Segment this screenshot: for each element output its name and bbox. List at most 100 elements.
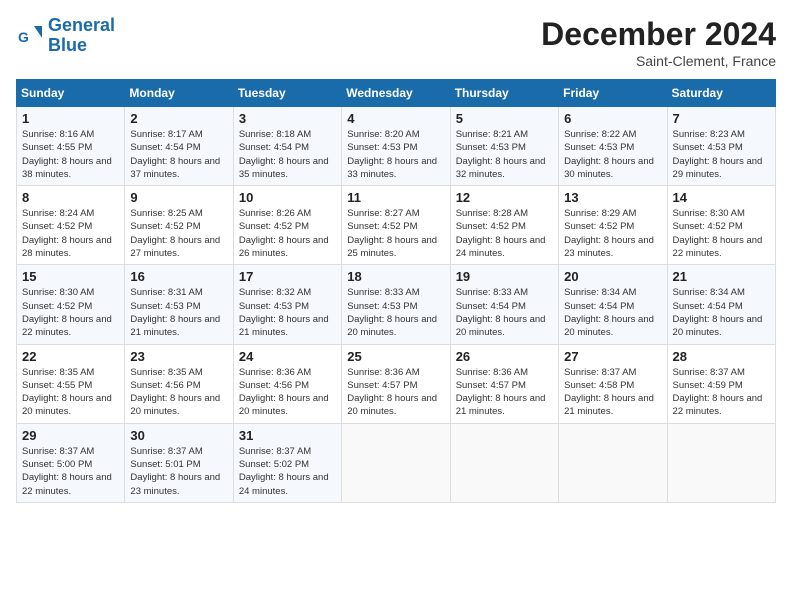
day-number: 13 (564, 190, 661, 205)
calendar-cell: 21 Sunrise: 8:34 AM Sunset: 4:54 PM Dayl… (667, 265, 775, 344)
calendar-cell (450, 423, 558, 502)
logo: G General Blue (16, 16, 115, 56)
calendar-table: SundayMondayTuesdayWednesdayThursdayFrid… (16, 79, 776, 503)
day-number: 31 (239, 428, 336, 443)
calendar-cell: 20 Sunrise: 8:34 AM Sunset: 4:54 PM Dayl… (559, 265, 667, 344)
day-number: 21 (673, 269, 770, 284)
calendar-cell: 12 Sunrise: 8:28 AM Sunset: 4:52 PM Dayl… (450, 186, 558, 265)
day-number: 30 (130, 428, 227, 443)
column-header-monday: Monday (125, 80, 233, 107)
day-detail: Sunrise: 8:33 AM Sunset: 4:54 PM Dayligh… (456, 286, 553, 339)
calendar-cell: 19 Sunrise: 8:33 AM Sunset: 4:54 PM Dayl… (450, 265, 558, 344)
day-number: 24 (239, 349, 336, 364)
day-number: 23 (130, 349, 227, 364)
calendar-cell: 11 Sunrise: 8:27 AM Sunset: 4:52 PM Dayl… (342, 186, 450, 265)
calendar-cell: 28 Sunrise: 8:37 AM Sunset: 4:59 PM Dayl… (667, 344, 775, 423)
day-number: 11 (347, 190, 444, 205)
day-number: 18 (347, 269, 444, 284)
day-number: 28 (673, 349, 770, 364)
day-number: 22 (22, 349, 119, 364)
calendar-cell: 23 Sunrise: 8:35 AM Sunset: 4:56 PM Dayl… (125, 344, 233, 423)
day-detail: Sunrise: 8:21 AM Sunset: 4:53 PM Dayligh… (456, 128, 553, 181)
day-detail: Sunrise: 8:16 AM Sunset: 4:55 PM Dayligh… (22, 128, 119, 181)
day-number: 27 (564, 349, 661, 364)
calendar-cell: 2 Sunrise: 8:17 AM Sunset: 4:54 PM Dayli… (125, 107, 233, 186)
month-title: December 2024 (541, 16, 776, 53)
calendar-cell: 30 Sunrise: 8:37 AM Sunset: 5:01 PM Dayl… (125, 423, 233, 502)
day-detail: Sunrise: 8:27 AM Sunset: 4:52 PM Dayligh… (347, 207, 444, 260)
day-detail: Sunrise: 8:30 AM Sunset: 4:52 PM Dayligh… (22, 286, 119, 339)
logo-text: General Blue (48, 16, 115, 56)
column-header-tuesday: Tuesday (233, 80, 341, 107)
day-detail: Sunrise: 8:20 AM Sunset: 4:53 PM Dayligh… (347, 128, 444, 181)
calendar-cell: 29 Sunrise: 8:37 AM Sunset: 5:00 PM Dayl… (17, 423, 125, 502)
page-header: G General Blue December 2024 Saint-Cleme… (16, 16, 776, 69)
day-detail: Sunrise: 8:32 AM Sunset: 4:53 PM Dayligh… (239, 286, 336, 339)
day-number: 26 (456, 349, 553, 364)
title-block: December 2024 Saint-Clement, France (541, 16, 776, 69)
day-number: 19 (456, 269, 553, 284)
day-number: 14 (673, 190, 770, 205)
logo-icon: G (16, 22, 44, 50)
day-detail: Sunrise: 8:36 AM Sunset: 4:56 PM Dayligh… (239, 366, 336, 419)
day-number: 4 (347, 111, 444, 126)
calendar-cell: 24 Sunrise: 8:36 AM Sunset: 4:56 PM Dayl… (233, 344, 341, 423)
day-number: 10 (239, 190, 336, 205)
day-number: 25 (347, 349, 444, 364)
calendar-cell: 4 Sunrise: 8:20 AM Sunset: 4:53 PM Dayli… (342, 107, 450, 186)
column-header-sunday: Sunday (17, 80, 125, 107)
day-detail: Sunrise: 8:37 AM Sunset: 4:59 PM Dayligh… (673, 366, 770, 419)
calendar-cell: 14 Sunrise: 8:30 AM Sunset: 4:52 PM Dayl… (667, 186, 775, 265)
day-number: 17 (239, 269, 336, 284)
day-detail: Sunrise: 8:37 AM Sunset: 5:00 PM Dayligh… (22, 445, 119, 498)
day-detail: Sunrise: 8:26 AM Sunset: 4:52 PM Dayligh… (239, 207, 336, 260)
day-detail: Sunrise: 8:24 AM Sunset: 4:52 PM Dayligh… (22, 207, 119, 260)
calendar-cell: 8 Sunrise: 8:24 AM Sunset: 4:52 PM Dayli… (17, 186, 125, 265)
day-detail: Sunrise: 8:22 AM Sunset: 4:53 PM Dayligh… (564, 128, 661, 181)
calendar-cell: 13 Sunrise: 8:29 AM Sunset: 4:52 PM Dayl… (559, 186, 667, 265)
calendar-cell: 9 Sunrise: 8:25 AM Sunset: 4:52 PM Dayli… (125, 186, 233, 265)
calendar-week-3: 15 Sunrise: 8:30 AM Sunset: 4:52 PM Dayl… (17, 265, 776, 344)
calendar-cell: 3 Sunrise: 8:18 AM Sunset: 4:54 PM Dayli… (233, 107, 341, 186)
calendar-cell: 15 Sunrise: 8:30 AM Sunset: 4:52 PM Dayl… (17, 265, 125, 344)
day-detail: Sunrise: 8:36 AM Sunset: 4:57 PM Dayligh… (347, 366, 444, 419)
calendar-cell: 17 Sunrise: 8:32 AM Sunset: 4:53 PM Dayl… (233, 265, 341, 344)
day-detail: Sunrise: 8:35 AM Sunset: 4:56 PM Dayligh… (130, 366, 227, 419)
calendar-cell: 16 Sunrise: 8:31 AM Sunset: 4:53 PM Dayl… (125, 265, 233, 344)
calendar-cell: 7 Sunrise: 8:23 AM Sunset: 4:53 PM Dayli… (667, 107, 775, 186)
calendar-cell: 26 Sunrise: 8:36 AM Sunset: 4:57 PM Dayl… (450, 344, 558, 423)
column-header-saturday: Saturday (667, 80, 775, 107)
day-detail: Sunrise: 8:17 AM Sunset: 4:54 PM Dayligh… (130, 128, 227, 181)
day-detail: Sunrise: 8:37 AM Sunset: 4:58 PM Dayligh… (564, 366, 661, 419)
day-number: 20 (564, 269, 661, 284)
calendar-cell: 27 Sunrise: 8:37 AM Sunset: 4:58 PM Dayl… (559, 344, 667, 423)
calendar-cell: 10 Sunrise: 8:26 AM Sunset: 4:52 PM Dayl… (233, 186, 341, 265)
calendar-cell: 6 Sunrise: 8:22 AM Sunset: 4:53 PM Dayli… (559, 107, 667, 186)
column-header-wednesday: Wednesday (342, 80, 450, 107)
day-detail: Sunrise: 8:23 AM Sunset: 4:53 PM Dayligh… (673, 128, 770, 181)
calendar-week-5: 29 Sunrise: 8:37 AM Sunset: 5:00 PM Dayl… (17, 423, 776, 502)
day-detail: Sunrise: 8:30 AM Sunset: 4:52 PM Dayligh… (673, 207, 770, 260)
day-number: 15 (22, 269, 119, 284)
day-number: 16 (130, 269, 227, 284)
day-detail: Sunrise: 8:25 AM Sunset: 4:52 PM Dayligh… (130, 207, 227, 260)
calendar-cell: 1 Sunrise: 8:16 AM Sunset: 4:55 PM Dayli… (17, 107, 125, 186)
day-number: 2 (130, 111, 227, 126)
day-number: 5 (456, 111, 553, 126)
column-header-friday: Friday (559, 80, 667, 107)
day-number: 9 (130, 190, 227, 205)
calendar-cell: 31 Sunrise: 8:37 AM Sunset: 5:02 PM Dayl… (233, 423, 341, 502)
day-detail: Sunrise: 8:18 AM Sunset: 4:54 PM Dayligh… (239, 128, 336, 181)
day-detail: Sunrise: 8:34 AM Sunset: 4:54 PM Dayligh… (564, 286, 661, 339)
svg-text:G: G (18, 29, 29, 45)
calendar-cell (342, 423, 450, 502)
day-detail: Sunrise: 8:36 AM Sunset: 4:57 PM Dayligh… (456, 366, 553, 419)
day-detail: Sunrise: 8:29 AM Sunset: 4:52 PM Dayligh… (564, 207, 661, 260)
location: Saint-Clement, France (541, 53, 776, 69)
day-detail: Sunrise: 8:34 AM Sunset: 4:54 PM Dayligh… (673, 286, 770, 339)
day-detail: Sunrise: 8:33 AM Sunset: 4:53 PM Dayligh… (347, 286, 444, 339)
day-detail: Sunrise: 8:35 AM Sunset: 4:55 PM Dayligh… (22, 366, 119, 419)
calendar-cell: 5 Sunrise: 8:21 AM Sunset: 4:53 PM Dayli… (450, 107, 558, 186)
day-detail: Sunrise: 8:37 AM Sunset: 5:01 PM Dayligh… (130, 445, 227, 498)
calendar-week-4: 22 Sunrise: 8:35 AM Sunset: 4:55 PM Dayl… (17, 344, 776, 423)
